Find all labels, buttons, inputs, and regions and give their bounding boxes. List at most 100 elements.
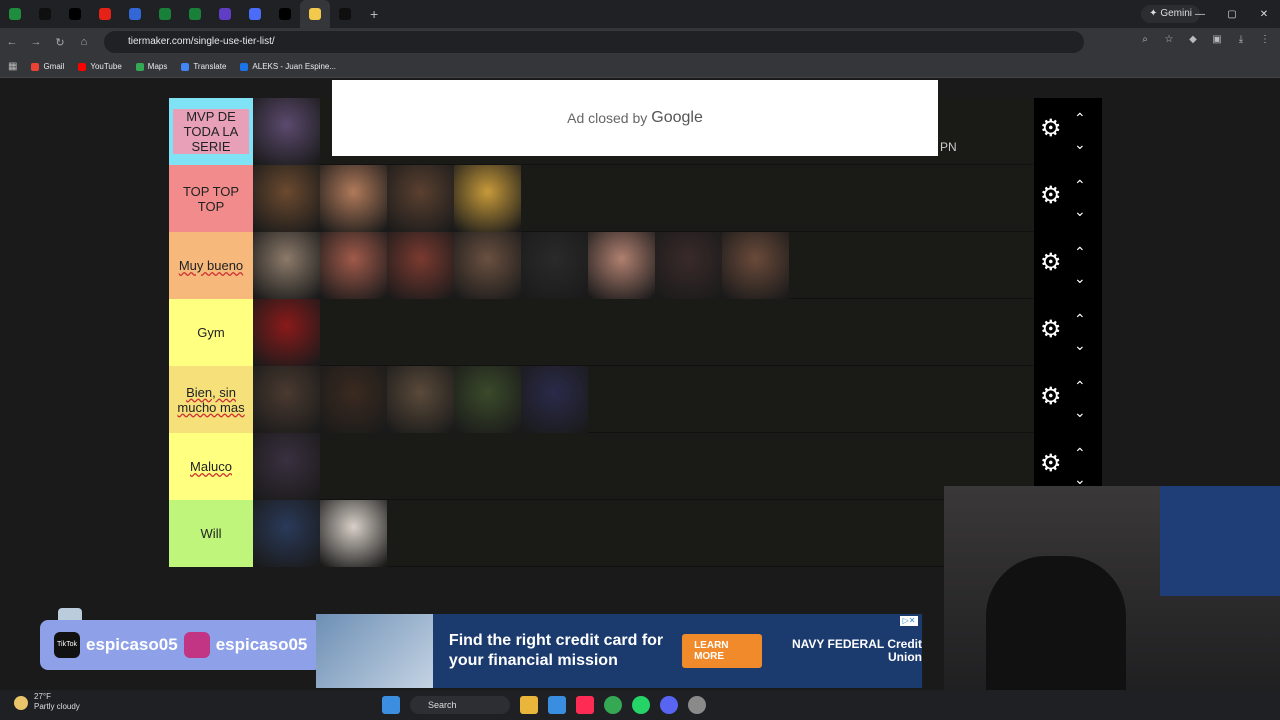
tier-item-portrait[interactable] bbox=[387, 366, 454, 433]
tier-item-portrait[interactable] bbox=[454, 232, 521, 299]
chevron-up-icon[interactable]: ⌃ bbox=[1074, 378, 1086, 395]
ad-choices-icon[interactable]: ▷✕ bbox=[900, 616, 918, 626]
tier-item-portrait[interactable] bbox=[253, 500, 320, 567]
tier-label[interactable]: Muy bueno bbox=[169, 232, 253, 299]
bookmark-item[interactable]: ALEKS - Juan Espine... bbox=[240, 62, 336, 71]
ad-headline: Find the right credit card for your fina… bbox=[448, 632, 664, 669]
chevron-up-icon[interactable]: ⌃ bbox=[1074, 244, 1086, 261]
tab-strip: + ✦ Gemini — ▢ ✕ bbox=[0, 0, 1280, 28]
browser-tab[interactable] bbox=[120, 0, 150, 28]
tier-item-portrait[interactable] bbox=[253, 366, 320, 433]
tier-item-portrait[interactable] bbox=[521, 232, 588, 299]
bookmark-label: YouTube bbox=[90, 62, 122, 71]
puzzle-icon[interactable]: ▣ bbox=[1210, 34, 1224, 48]
browser-tab[interactable] bbox=[30, 0, 60, 28]
tier-item-portrait[interactable] bbox=[320, 366, 387, 433]
gear-icon[interactable]: ⚙ bbox=[1040, 318, 1062, 342]
tier-row: TOP TOP TOP bbox=[169, 165, 1035, 232]
chevron-down-icon[interactable]: ⌄ bbox=[1074, 404, 1086, 421]
browser-tab[interactable] bbox=[330, 0, 360, 28]
tab-favicon-icon bbox=[279, 8, 291, 20]
url-field[interactable]: tiermaker.com/single-use-tier-list/ bbox=[104, 31, 1084, 53]
tier-label[interactable]: TOP TOP TOP bbox=[169, 165, 253, 232]
tab-favicon-icon bbox=[189, 8, 201, 20]
close-icon[interactable]: ✕ bbox=[1248, 0, 1280, 28]
weather-widget[interactable]: 27°F Partly cloudy bbox=[14, 692, 80, 712]
browser-tab[interactable] bbox=[300, 0, 330, 28]
tier-label-text: TOP TOP TOP bbox=[182, 183, 240, 214]
tier-item-portrait[interactable] bbox=[655, 232, 722, 299]
tier-item-portrait[interactable] bbox=[588, 232, 655, 299]
new-tab-button[interactable]: + bbox=[370, 6, 378, 22]
bookmark-item[interactable]: YouTube bbox=[78, 62, 122, 71]
whatsapp-icon[interactable] bbox=[632, 696, 650, 714]
store-icon[interactable] bbox=[548, 696, 566, 714]
chrome-icon[interactable] bbox=[604, 696, 622, 714]
tier-item-portrait[interactable] bbox=[320, 165, 387, 232]
forward-icon[interactable]: → bbox=[24, 36, 48, 48]
tier-label[interactable]: MVP DE TODA LA SERIE bbox=[169, 98, 253, 165]
extension-icon[interactable]: ◆ bbox=[1186, 34, 1200, 48]
tier-label[interactable]: Maluco bbox=[169, 433, 253, 500]
tier-item-portrait[interactable] bbox=[253, 433, 320, 500]
chevron-up-icon[interactable]: ⌃ bbox=[1074, 177, 1086, 194]
tier-item-portrait[interactable] bbox=[320, 232, 387, 299]
tier-label[interactable]: Bien, sin mucho mas bbox=[169, 366, 253, 433]
home-icon[interactable]: ⌂ bbox=[72, 36, 96, 48]
bookmark-item[interactable]: Maps bbox=[135, 62, 167, 71]
learn-more-button[interactable]: LEARN MORE bbox=[682, 634, 763, 668]
tier-item-portrait[interactable] bbox=[253, 165, 320, 232]
browser-tab[interactable] bbox=[90, 0, 120, 28]
menu-icon[interactable]: ⋮ bbox=[1258, 34, 1272, 48]
apps-icon[interactable]: ▦ bbox=[8, 61, 17, 72]
tier-label[interactable]: Gym bbox=[169, 299, 253, 366]
tier-item-portrait[interactable] bbox=[253, 299, 320, 366]
tiktok-app-icon[interactable] bbox=[576, 696, 594, 714]
taskbar-search[interactable]: Search bbox=[410, 696, 510, 714]
browser-tab[interactable] bbox=[0, 0, 30, 28]
ad-banner[interactable]: Find the right credit card for your fina… bbox=[316, 614, 922, 688]
tier-item-portrait[interactable] bbox=[387, 232, 454, 299]
tier-item-portrait[interactable] bbox=[454, 366, 521, 433]
minimize-icon[interactable]: — bbox=[1184, 0, 1216, 28]
tier-item-portrait[interactable] bbox=[253, 232, 320, 299]
windows-start-icon[interactable] bbox=[382, 696, 400, 714]
tier-item-portrait[interactable] bbox=[722, 232, 789, 299]
chevron-down-icon[interactable]: ⌄ bbox=[1074, 337, 1086, 354]
zoom-icon[interactable]: ⌕ bbox=[1138, 34, 1152, 48]
tier-item-portrait[interactable] bbox=[521, 366, 588, 433]
tier-item-portrait[interactable] bbox=[320, 500, 387, 567]
tier-item-portrait[interactable] bbox=[387, 165, 454, 232]
tier-item-portrait[interactable] bbox=[253, 98, 320, 165]
chevron-up-icon[interactable]: ⌃ bbox=[1074, 110, 1086, 127]
gear-icon[interactable]: ⚙ bbox=[1040, 184, 1062, 208]
back-icon[interactable]: ← bbox=[0, 36, 24, 48]
browser-tab[interactable] bbox=[60, 0, 90, 28]
discord-icon[interactable] bbox=[660, 696, 678, 714]
bookmark-item[interactable]: Translate bbox=[181, 62, 226, 71]
gear-icon[interactable]: ⚙ bbox=[1040, 452, 1062, 476]
tier-label[interactable]: Will bbox=[169, 500, 253, 567]
tier-item-portrait[interactable] bbox=[454, 165, 521, 232]
gear-icon[interactable]: ⚙ bbox=[1040, 251, 1062, 275]
gear-icon[interactable]: ⚙ bbox=[1040, 385, 1062, 409]
reload-icon[interactable]: ↻ bbox=[48, 36, 72, 49]
browser-tab[interactable] bbox=[150, 0, 180, 28]
browser-tab[interactable] bbox=[180, 0, 210, 28]
browser-tab[interactable] bbox=[210, 0, 240, 28]
chevron-up-icon[interactable]: ⌃ bbox=[1074, 311, 1086, 328]
chevron-down-icon[interactable]: ⌄ bbox=[1074, 136, 1086, 153]
browser-tab[interactable] bbox=[240, 0, 270, 28]
chevron-up-icon[interactable]: ⌃ bbox=[1074, 445, 1086, 462]
bookmark-star-icon[interactable]: ☆ bbox=[1162, 34, 1176, 48]
file-explorer-icon[interactable] bbox=[520, 696, 538, 714]
gear-icon[interactable]: ⚙ bbox=[1040, 117, 1062, 141]
bookmark-item[interactable]: Gmail bbox=[31, 62, 64, 71]
maximize-icon[interactable]: ▢ bbox=[1216, 0, 1248, 28]
settings-icon[interactable] bbox=[688, 696, 706, 714]
browser-tab[interactable] bbox=[270, 0, 300, 28]
address-bar: ← → ↻ ⌂ tiermaker.com/single-use-tier-li… bbox=[0, 28, 1280, 56]
chevron-down-icon[interactable]: ⌄ bbox=[1074, 203, 1086, 220]
download-icon[interactable]: ⤓ bbox=[1234, 34, 1248, 48]
chevron-down-icon[interactable]: ⌄ bbox=[1074, 270, 1086, 287]
